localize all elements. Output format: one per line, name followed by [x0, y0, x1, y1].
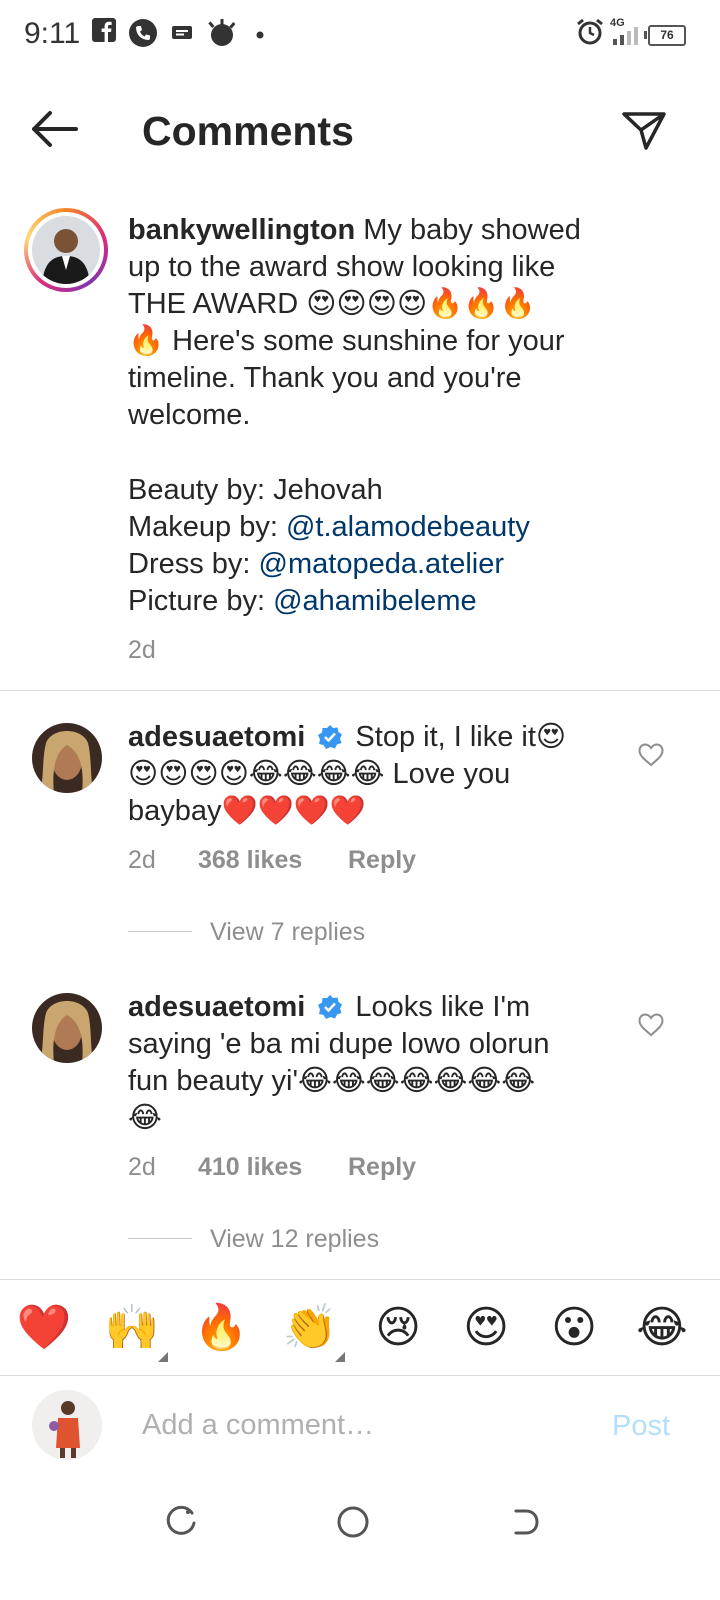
- skin-tone-corner-icon: [158, 1352, 168, 1362]
- comment-1-line-3: baybay❤️❤️❤️❤️: [128, 795, 366, 827]
- back-nav-icon[interactable]: [508, 1505, 542, 1539]
- caption-author-avatar[interactable]: [24, 208, 108, 292]
- makeup-mention-link[interactable]: @t.alamodebeauty: [286, 511, 530, 543]
- verified-badge-icon: [318, 995, 343, 1019]
- author-photo-icon: [32, 216, 100, 284]
- signal-icon: [613, 27, 638, 45]
- comment-2-timestamp: 2d: [128, 1153, 156, 1181]
- caption-username[interactable]: bankywellington: [128, 214, 355, 246]
- user-photo-icon: [32, 1390, 102, 1460]
- phone-call-icon: [129, 19, 157, 47]
- dress-label: Dress by:: [128, 548, 259, 580]
- comment-1-line-2: 😍😍😍😍😂😂😂😂 Love you: [128, 758, 511, 790]
- battery-level: 76: [660, 28, 674, 42]
- comment-1-avatar[interactable]: [32, 723, 102, 793]
- status-bar: 9:11 4G 76: [0, 0, 720, 70]
- dress-mention-link[interactable]: @matopeda.atelier: [259, 548, 504, 580]
- reaction-fire[interactable]: 🔥: [193, 1300, 249, 1356]
- reaction-bar-divider: [0, 1279, 720, 1280]
- post-button[interactable]: Post: [612, 1410, 670, 1443]
- comment-2-reply-button[interactable]: Reply: [348, 1153, 416, 1182]
- comment-2-line-1: adesuaetomi Looks like I'm: [128, 989, 530, 1026]
- reaction-raised-hands[interactable]: 🙌: [104, 1300, 160, 1356]
- caption-picture-credit: Picture by: @ahamibeleme: [128, 583, 477, 620]
- recent-apps-icon[interactable]: [164, 1505, 198, 1539]
- comment-2-likes[interactable]: 410 likes: [198, 1153, 302, 1182]
- comment-2-text: Looks like I'm: [355, 991, 531, 1023]
- caption-dress-credit: Dress by: @matopeda.atelier: [128, 546, 504, 583]
- reaction-heart[interactable]: ❤️: [16, 1300, 72, 1356]
- caption-line-5: timeline. Thank you and you're: [128, 362, 522, 394]
- current-user-avatar: [32, 1390, 102, 1460]
- commenter-photo-icon: [32, 993, 102, 1063]
- comment-2-avatar[interactable]: [32, 993, 102, 1063]
- reaction-surprised-face[interactable]: 😮: [546, 1300, 602, 1356]
- comment-1-timestamp: 2d: [128, 846, 156, 874]
- comment-2-replies-line: [128, 1238, 192, 1239]
- caption-timestamp: 2d: [128, 636, 156, 664]
- caption-line-4: 🔥 Here's some sunshine for your: [128, 325, 565, 357]
- picture-label: Picture by:: [128, 585, 274, 617]
- comment-1-text: Stop it, I like it😍: [355, 721, 567, 753]
- message-icon: [172, 26, 192, 39]
- reaction-heart-eyes[interactable]: 😍: [458, 1300, 514, 1356]
- comment-1-likes[interactable]: 368 likes: [198, 846, 302, 875]
- more-notifications-dot-icon: [256, 31, 264, 39]
- makeup-label: Makeup by:: [128, 511, 286, 543]
- caption-makeup-credit: Makeup by: @t.alamodebeauty: [128, 509, 530, 546]
- picture-mention-link[interactable]: @ahamibeleme: [273, 585, 477, 617]
- comment-2-line-2: saying 'e ba mi dupe lowo olorun: [128, 1028, 550, 1060]
- facebook-icon: [92, 18, 116, 42]
- commenter-photo-icon: [32, 723, 102, 793]
- comment-2-line-3: fun beauty yi'😂😂😂😂😂😂😂: [128, 1065, 536, 1097]
- caption-line-1: bankywellington My baby showed: [128, 212, 581, 249]
- status-time: 9:11: [24, 17, 81, 50]
- home-nav-icon[interactable]: [336, 1505, 370, 1539]
- back-arrow-icon[interactable]: [30, 108, 80, 150]
- alarm-icon: [577, 18, 603, 45]
- caption-line-3: THE AWARD 😍😍😍😍🔥🔥🔥: [128, 288, 536, 320]
- caption-text: My baby showed: [363, 214, 581, 246]
- reaction-clapping-hands[interactable]: 👏: [282, 1300, 338, 1356]
- comment-1-line-1: adesuaetomi Stop it, I like it😍: [128, 719, 566, 756]
- comment-2-line-4: 😂: [128, 1102, 162, 1134]
- comment-2-view-replies[interactable]: View 12 replies: [210, 1225, 379, 1254]
- caption-line-6: welcome.: [128, 399, 251, 431]
- verified-badge-icon: [318, 725, 343, 749]
- comment-1-like-heart-icon[interactable]: [638, 743, 664, 767]
- add-comment-input[interactable]: [142, 1405, 582, 1445]
- app-notification-icon: [208, 19, 236, 46]
- comment-1-reply-button[interactable]: Reply: [348, 846, 416, 875]
- reaction-crying-face[interactable]: 😢: [370, 1300, 426, 1356]
- comment-1-username[interactable]: adesuaetomi: [128, 721, 305, 753]
- caption-beauty-credit: Beauty by: Jehovah: [128, 474, 383, 506]
- caption-line-2: up to the award show looking like: [128, 251, 556, 283]
- caption-divider: [0, 690, 720, 691]
- page-title: Comments: [142, 108, 354, 154]
- battery-icon: 76: [644, 25, 686, 46]
- comment-1-replies-line: [128, 931, 192, 932]
- reaction-laughing-face[interactable]: 😂: [634, 1300, 690, 1356]
- comment-2-like-heart-icon[interactable]: [638, 1013, 664, 1037]
- comment-2-username[interactable]: adesuaetomi: [128, 991, 305, 1023]
- skin-tone-corner-icon: [335, 1352, 345, 1362]
- composer-divider: [0, 1375, 720, 1376]
- share-send-icon[interactable]: [620, 108, 668, 152]
- comment-1-view-replies[interactable]: View 7 replies: [210, 918, 365, 947]
